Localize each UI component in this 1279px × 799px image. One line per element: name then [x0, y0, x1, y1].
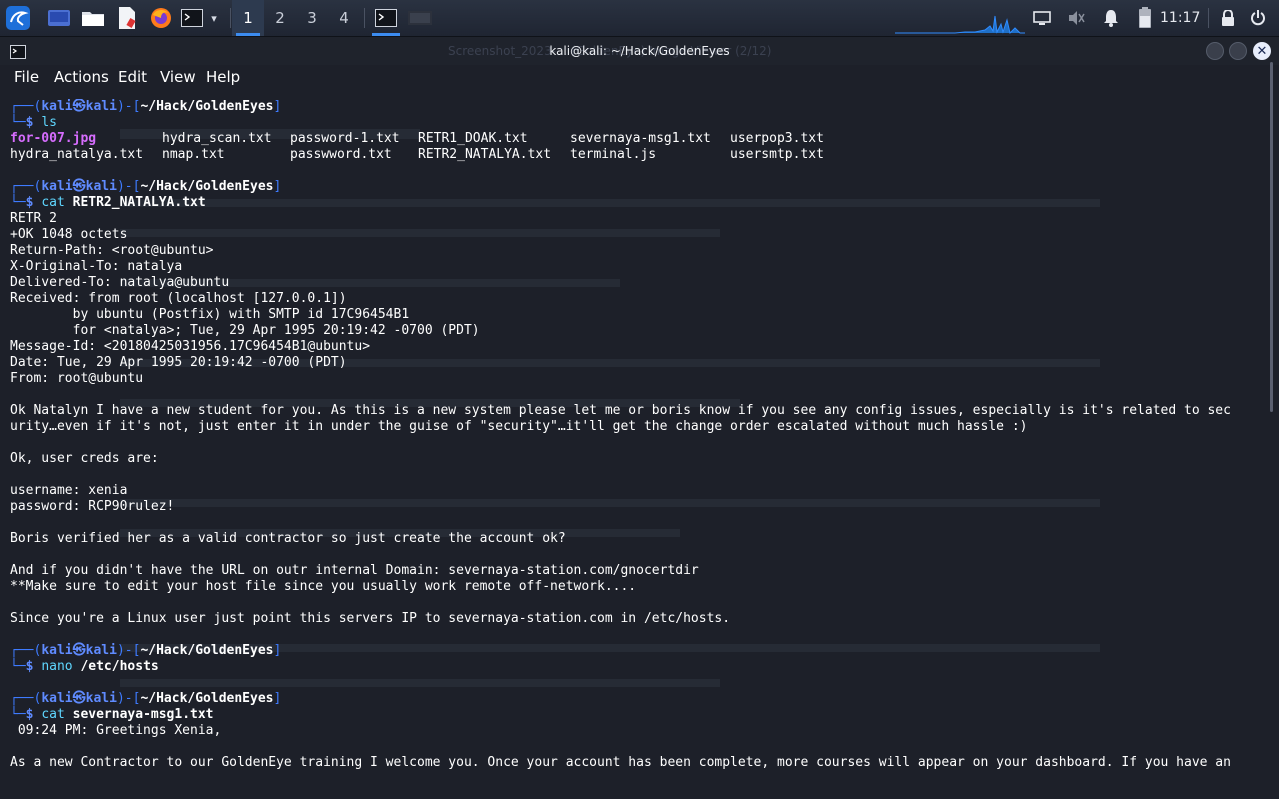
output-line: username: xenia	[10, 483, 128, 498]
output-line: RETR 2	[10, 211, 57, 226]
minimize-button[interactable]	[1206, 42, 1224, 60]
power-icon[interactable]	[1248, 4, 1268, 32]
workspace-3[interactable]: 3	[296, 0, 328, 36]
output-line: Date: Tue, 29 Apr 1995 20:19:42 -0700 (P…	[10, 355, 347, 370]
lock-icon[interactable]	[1218, 4, 1238, 32]
ls-entry: nmap.txt	[162, 147, 225, 162]
terminal-window: Screenshot_2023-... (GoldenEye) Image Vi…	[0, 37, 1279, 799]
output-line: As a new Contractor to our GoldenEye tra…	[10, 755, 1231, 770]
workspace-4[interactable]: 4	[328, 0, 360, 36]
command-line: └─$ cat RETR2_NATALYA.txt	[10, 195, 206, 210]
ls-entry: RETR2_NATALYA.txt	[418, 147, 552, 162]
ls-entry: severnaya-msg1.txt	[570, 131, 711, 146]
battery-icon	[1136, 4, 1154, 32]
menu-actions[interactable]: Actions	[54, 68, 109, 86]
kali-menu-icon[interactable]	[4, 4, 32, 32]
output-line: by ubuntu (Postfix) with SMTP id 17C9645…	[10, 307, 410, 322]
command-line: └─$ ls	[10, 115, 57, 130]
image-viewer-task-icon	[408, 11, 432, 25]
screen-icon[interactable]	[1032, 4, 1052, 32]
output-line: **Make sure to edit your host file since…	[10, 579, 637, 594]
output-line: Message-Id: <20180425031956.17C96454B1@u…	[10, 339, 371, 354]
ls-entry: userpop3.txt	[730, 131, 824, 146]
output-line: Ok Natalyn I have a new student for you.…	[10, 403, 1231, 418]
menu-file[interactable]: File	[14, 68, 39, 86]
dropdown-chevron-icon[interactable]: ▾	[206, 4, 222, 32]
show-desktop-icon[interactable]	[46, 4, 72, 32]
ls-entry: RETR1_DOAK.txt	[418, 131, 528, 146]
task-terminal[interactable]	[370, 0, 402, 36]
maximize-button[interactable]	[1229, 42, 1247, 60]
menu-edit[interactable]: Edit	[118, 68, 147, 86]
output-line: Boris verified her as a valid contractor…	[10, 531, 566, 546]
notification-bell-icon[interactable]	[1102, 4, 1120, 32]
output-line: +OK 1048 octets	[10, 227, 128, 242]
terminal-icon[interactable]	[180, 4, 204, 32]
ls-entry: hydra_natalya.txt	[10, 147, 144, 162]
output-line: From: root@ubuntu	[10, 371, 144, 386]
task-image-viewer[interactable]	[404, 0, 436, 36]
cpu-graph	[895, 6, 1025, 34]
terminal-scrollbar[interactable]	[1270, 62, 1273, 412]
terminal-output[interactable]: ┌──(kali㉿kali)-[~/Hack/GoldenEyes] └─$ l…	[0, 99, 1279, 799]
panel-separator	[230, 8, 231, 28]
output-line: Received: from root (localhost [127.0.0.…	[10, 291, 347, 306]
menu-help[interactable]: Help	[206, 68, 240, 86]
ls-entry: usersmtp.txt	[730, 147, 824, 162]
text-editor-icon[interactable]	[114, 4, 140, 32]
ls-entry: passwword.txt	[290, 147, 392, 162]
output-line: urity…even if it's not, just enter it in…	[10, 419, 1028, 434]
output-line: Return-Path: <root@ubuntu>	[10, 243, 214, 258]
output-line: password: RCP90rulez!	[10, 499, 175, 514]
window-titlebar[interactable]: Screenshot_2023-... (GoldenEye) Image Vi…	[0, 37, 1279, 65]
close-button[interactable]: ✕	[1253, 42, 1271, 60]
terminal-task-icon	[375, 9, 397, 27]
panel-separator	[364, 8, 365, 28]
output-line: And if you didn't have the URL on outr i…	[10, 563, 699, 578]
output-line: Ok, user creds are:	[10, 451, 159, 466]
ls-entry: password-1.txt	[290, 131, 400, 146]
prompt-line: ┌──(kali㉿kali)-[~/Hack/GoldenEyes]	[10, 691, 282, 706]
output-line: X-Original-To: natalya	[10, 259, 183, 274]
panel-separator	[1208, 8, 1209, 28]
output-line: Delivered-To: natalya@ubuntu	[10, 275, 230, 290]
prompt-line: ┌──(kali㉿kali)-[~/Hack/GoldenEyes]	[10, 99, 282, 114]
mute-icon[interactable]	[1066, 4, 1086, 32]
workspace-1[interactable]: 1	[232, 0, 264, 36]
top-panel: ▾ 1 2 3 4 11:17	[0, 0, 1279, 37]
command-line: └─$ cat severnaya-msg1.txt	[10, 707, 214, 722]
ls-entry: hydra_scan.txt	[162, 131, 272, 146]
output-line: for <natalya>; Tue, 29 Apr 1995 20:19:42…	[10, 323, 480, 338]
prompt-line: ┌──(kali㉿kali)-[~/Hack/GoldenEyes]	[10, 643, 282, 658]
ls-entry: terminal.js	[570, 147, 657, 162]
firefox-icon[interactable]	[148, 4, 174, 32]
output-line: Since you're a Linux user just point thi…	[10, 611, 731, 626]
close-icon: ✕	[1256, 43, 1268, 59]
window-title: kali@kali: ~/Hack/GoldenEyes	[549, 44, 730, 58]
output-line: 09:24 PM: Greetings Xenia,	[10, 723, 222, 738]
clock[interactable]: 11:17	[1160, 0, 1200, 36]
menubar: File Actions Edit View Help	[0, 65, 1279, 91]
file-manager-icon[interactable]	[80, 4, 106, 32]
prompt-line: ┌──(kali㉿kali)-[~/Hack/GoldenEyes]	[10, 179, 282, 194]
command-line: └─$ nano /etc/hosts	[10, 659, 159, 674]
ls-entry: for-007.jpg	[10, 131, 97, 146]
menu-view[interactable]: View	[160, 68, 196, 86]
workspace-2[interactable]: 2	[264, 0, 296, 36]
